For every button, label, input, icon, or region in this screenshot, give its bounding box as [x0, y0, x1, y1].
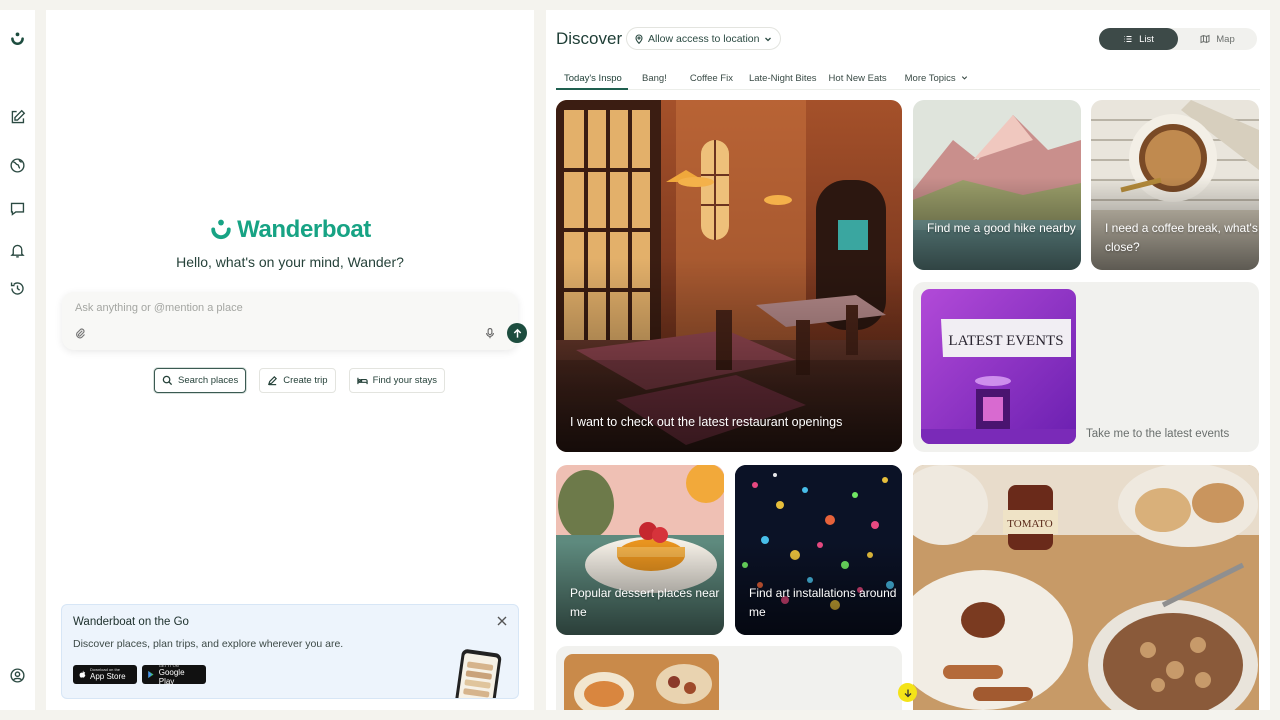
phone-illustration	[454, 648, 502, 698]
search-icon	[162, 375, 173, 386]
mobile-app-promo: Wanderboat on the Go Discover places, pl…	[61, 604, 519, 699]
play-store-icon	[148, 671, 154, 678]
more-topics-dropdown[interactable]: More Topics	[905, 68, 969, 90]
chip-label: Search places	[178, 375, 239, 386]
inspo-card-restaurant[interactable]: I want to check out the latest restauran…	[556, 100, 902, 452]
location-access-dropdown[interactable]: Allow access to location	[626, 27, 782, 50]
chat-input[interactable]	[75, 300, 435, 316]
tab-hot-new-eats[interactable]: Hot New Eats	[829, 68, 887, 90]
account-icon[interactable]	[8, 666, 26, 684]
chat-panel: Wanderboat Hello, what's on your mind, W…	[46, 10, 534, 710]
side-rail	[0, 10, 35, 710]
card-caption: Find me a good hike nearby	[927, 221, 1076, 235]
apple-icon	[79, 670, 86, 678]
tab-todays-inspo[interactable]: Today's Inspo	[556, 68, 628, 90]
find-stays-chip[interactable]: Find your stays	[348, 368, 445, 393]
attach-icon[interactable]	[74, 327, 86, 339]
brand-mark-icon	[211, 219, 231, 240]
promo-title: Wanderboat on the Go	[73, 616, 189, 628]
history-icon[interactable]	[8, 279, 26, 297]
scroll-down-button[interactable]	[898, 683, 917, 702]
discover-panel: Discover Allow access to location List M…	[546, 10, 1270, 710]
close-icon[interactable]	[496, 615, 508, 627]
chevron-down-icon	[961, 76, 967, 80]
brunch-image: TOMATO	[913, 465, 1259, 710]
tab-coffee-fix[interactable]: Coffee Fix	[690, 68, 733, 90]
inspo-card-food-preview[interactable]	[556, 646, 902, 710]
inspo-card-art[interactable]: Find art installations around me	[735, 465, 902, 635]
microphone-icon[interactable]	[484, 327, 496, 339]
card-caption: I need a coffee break, what's close?	[1105, 221, 1258, 254]
logo-icon[interactable]	[8, 30, 26, 48]
send-button[interactable]	[507, 323, 527, 343]
google-play-label: Google Play	[158, 667, 185, 686]
tab-bang[interactable]: Bang!	[642, 68, 667, 90]
card-caption: I want to check out the latest restauran…	[570, 415, 843, 429]
google-play-badge[interactable]: GET IT ON Google Play	[142, 663, 206, 686]
app-store-badge[interactable]: Download on the App Store	[73, 665, 137, 684]
list-label: List	[1139, 33, 1154, 45]
new-chat-icon[interactable]	[8, 108, 26, 126]
poster-text: LATEST EVENTS	[948, 333, 1063, 349]
card-caption: Find art installations around me	[749, 586, 897, 619]
food-image	[564, 654, 719, 710]
inspo-card-events[interactable]: LATEST EVENTS Take me to the latest even…	[913, 282, 1259, 452]
arrow-down-icon	[904, 689, 911, 697]
chevron-down-icon	[765, 37, 772, 41]
explore-globe-icon[interactable]	[8, 156, 26, 174]
view-toggle: List Map	[1099, 28, 1257, 50]
search-places-chip[interactable]: Search places	[154, 368, 247, 393]
more-topics-label: More Topics	[904, 73, 956, 84]
promo-description: Discover places, plan trips, and explore…	[73, 638, 344, 650]
list-icon	[1124, 36, 1132, 42]
create-trip-chip[interactable]: Create trip	[259, 368, 336, 393]
greeting: Hello, what's on your mind, Wander?	[46, 254, 534, 270]
bed-icon	[356, 377, 368, 385]
inspo-card-brunch[interactable]: TOMATO	[913, 465, 1259, 710]
location-pin-icon	[635, 34, 643, 44]
arrow-up-icon	[513, 328, 521, 338]
events-image: LATEST EVENTS	[921, 289, 1076, 444]
app-store-label: App Store	[90, 672, 126, 681]
card-caption: Popular dessert places near me	[570, 586, 720, 619]
messages-icon[interactable]	[8, 199, 26, 217]
map-label: Map	[1216, 33, 1235, 45]
greeting-text: Hello, what's on your mind,	[176, 254, 348, 270]
topic-tabs: Today's Inspo Bang! Coffee Fix Late-Nigh…	[556, 68, 1260, 90]
card-caption: Take me to the latest events	[1086, 428, 1230, 440]
chip-label: Find your stays	[372, 375, 437, 386]
inspo-card-hike[interactable]: Find me a good hike nearby	[913, 100, 1081, 270]
jar-label: TOMATO	[1007, 518, 1052, 530]
greeting-user-name: Wander?	[347, 254, 404, 270]
inspo-card-coffee[interactable]: I need a coffee break, what's close?	[1091, 100, 1259, 270]
discover-title: Discover	[556, 29, 623, 48]
inspo-card-dessert[interactable]: Popular dessert places near me	[556, 465, 724, 635]
map-icon	[1200, 34, 1210, 44]
location-label: Allow access to location	[648, 32, 760, 45]
tab-late-night-bites[interactable]: Late-Night Bites	[749, 68, 817, 90]
quick-actions: Search places Create trip Find your stay…	[154, 368, 445, 393]
brand-logo: Wanderboat	[46, 216, 534, 244]
list-view-button[interactable]: List	[1099, 28, 1178, 50]
chat-composer	[62, 292, 527, 350]
pencil-icon	[268, 375, 278, 386]
brand-name: Wanderboat	[237, 216, 371, 243]
map-view-button[interactable]: Map	[1178, 28, 1257, 50]
chip-label: Create trip	[283, 375, 328, 386]
notifications-bell-icon[interactable]	[8, 241, 26, 259]
